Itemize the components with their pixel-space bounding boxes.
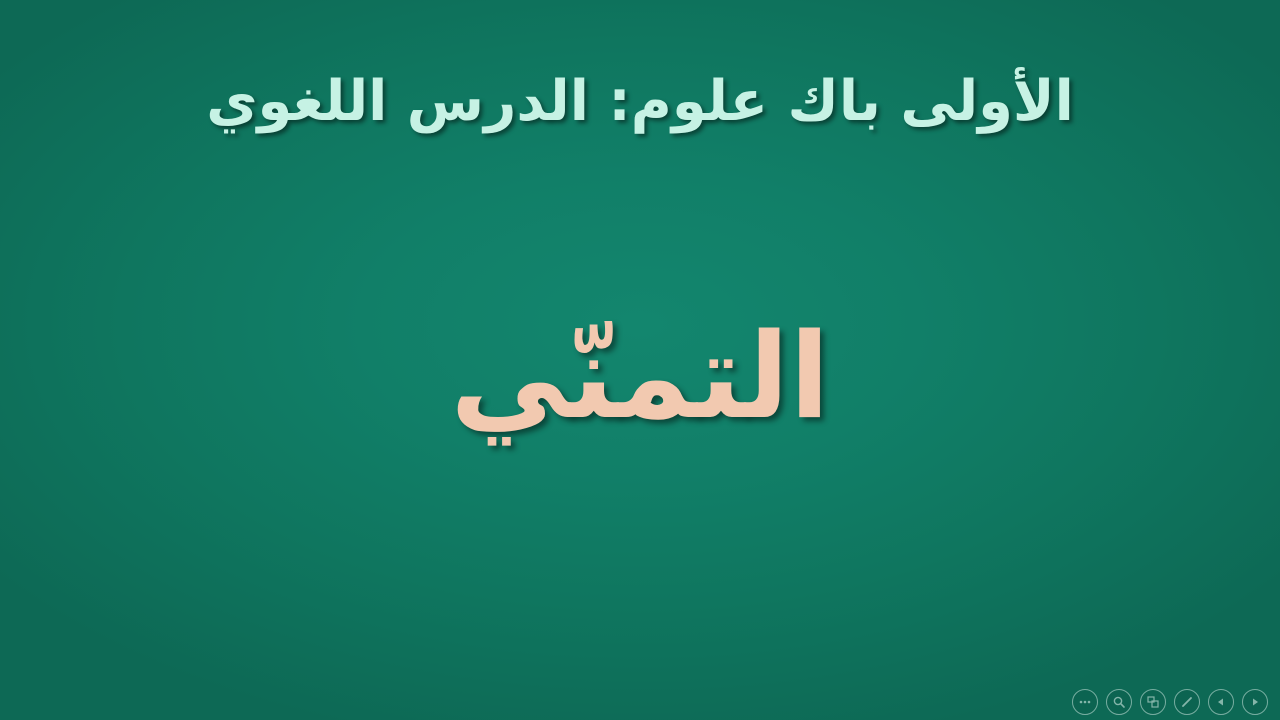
slide-title: الأولى باك علوم: الدرس اللغوي: [206, 69, 1074, 134]
pen-button[interactable]: [1174, 689, 1200, 715]
next-slide-button[interactable]: [1242, 689, 1268, 715]
ellipsis-icon: [1079, 700, 1091, 704]
slide-main-word: التمنّي: [450, 307, 830, 445]
magnifier-icon: [1113, 696, 1125, 708]
slide-overview-button[interactable]: [1140, 689, 1166, 715]
zoom-button[interactable]: [1106, 689, 1132, 715]
pen-icon: [1182, 697, 1192, 707]
slideshow-controls: [1072, 689, 1268, 715]
triangle-right-icon: [1253, 698, 1258, 706]
triangle-left-icon: [1218, 698, 1223, 706]
more-options-button[interactable]: [1072, 689, 1098, 715]
previous-slide-button[interactable]: [1208, 689, 1234, 715]
slides-icon: [1147, 696, 1159, 708]
